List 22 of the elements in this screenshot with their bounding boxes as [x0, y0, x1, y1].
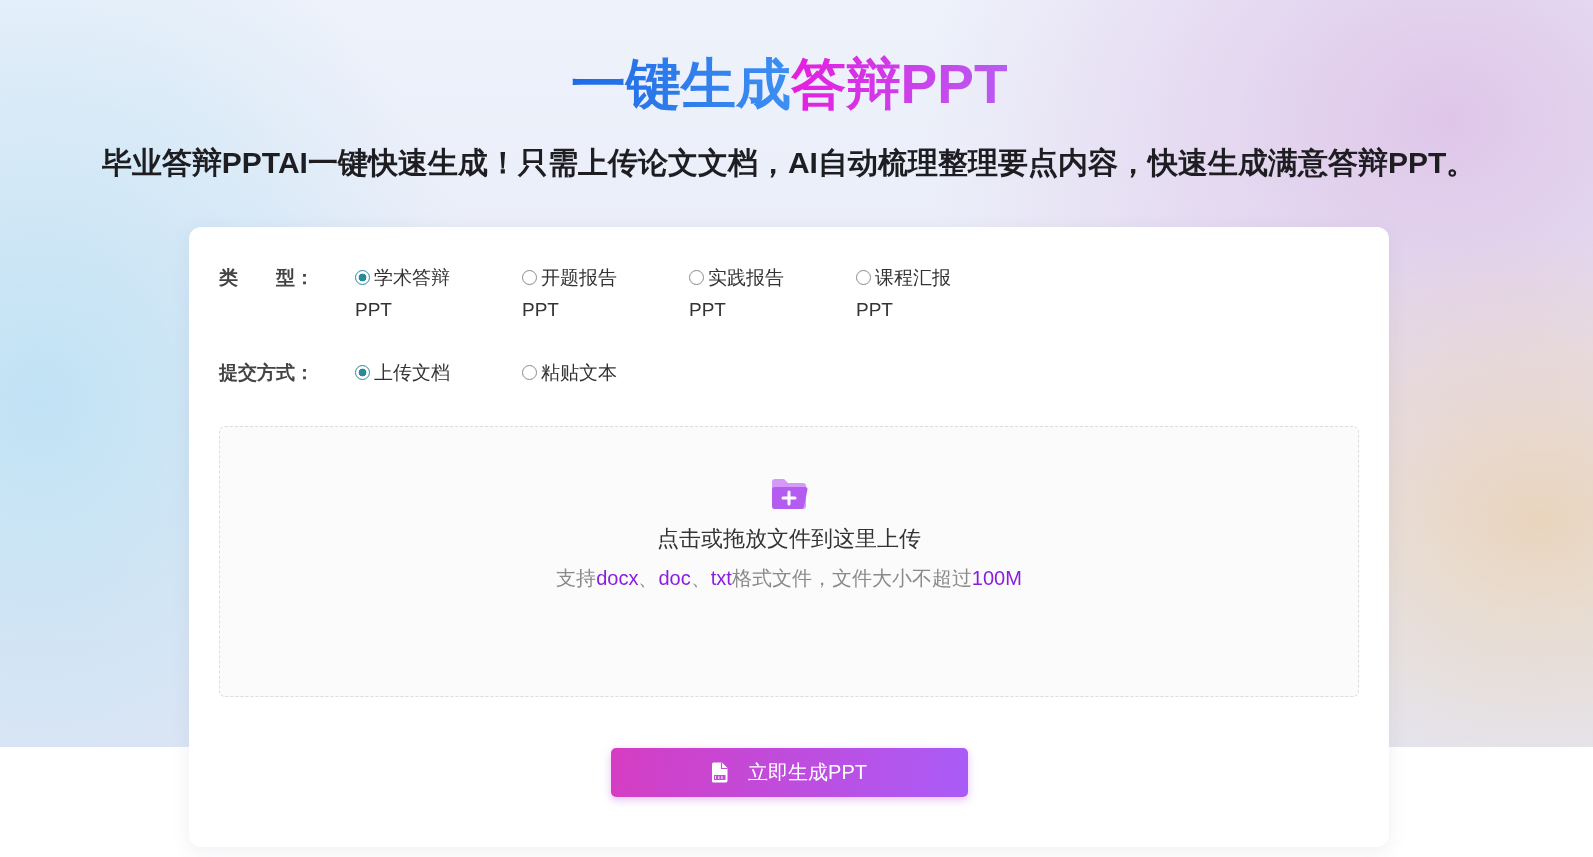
radio-option[interactable]: 课程汇报PPT	[856, 262, 964, 326]
radio-option[interactable]: 学术答辩PPT	[355, 262, 463, 326]
upload-dropzone[interactable]: 点击或拖放文件到这里上传 支持docx、doc、txt格式文件，文件大小不超过100M	[219, 426, 1359, 697]
radio-button[interactable]	[355, 365, 370, 380]
radio-button[interactable]	[522, 365, 537, 380]
radio-option[interactable]: 实践报告PPT	[689, 262, 797, 326]
folder-plus-icon	[770, 477, 808, 511]
upload-prompt: 点击或拖放文件到这里上传	[657, 525, 921, 553]
radio-button[interactable]	[355, 270, 370, 285]
page-title: 一键生成答辩PPT	[570, 52, 1008, 116]
page-subtitle: 毕业答辩PPTAI一键快速生成！只需上传论文文档，AI自动梳理整理要点内容，快速生成满意答辩PPT。	[101, 145, 1477, 181]
radio-option[interactable]: 上传文档	[355, 357, 463, 389]
radio-button[interactable]	[689, 270, 704, 285]
document-icon	[711, 762, 729, 783]
radio-option[interactable]: 粘贴文本	[522, 357, 630, 389]
generate-button[interactable]: 立即生成PPT	[610, 748, 968, 797]
radio-option[interactable]: 开题报告PPT	[522, 262, 630, 326]
radio-button[interactable]	[522, 270, 537, 285]
field-label: 提交方式：	[219, 361, 315, 385]
field-label: 类 型：	[219, 266, 315, 290]
radio-button[interactable]	[856, 270, 871, 285]
upload-hint: 支持docx、doc、txt格式文件，文件大小不超过100M	[556, 566, 1022, 591]
